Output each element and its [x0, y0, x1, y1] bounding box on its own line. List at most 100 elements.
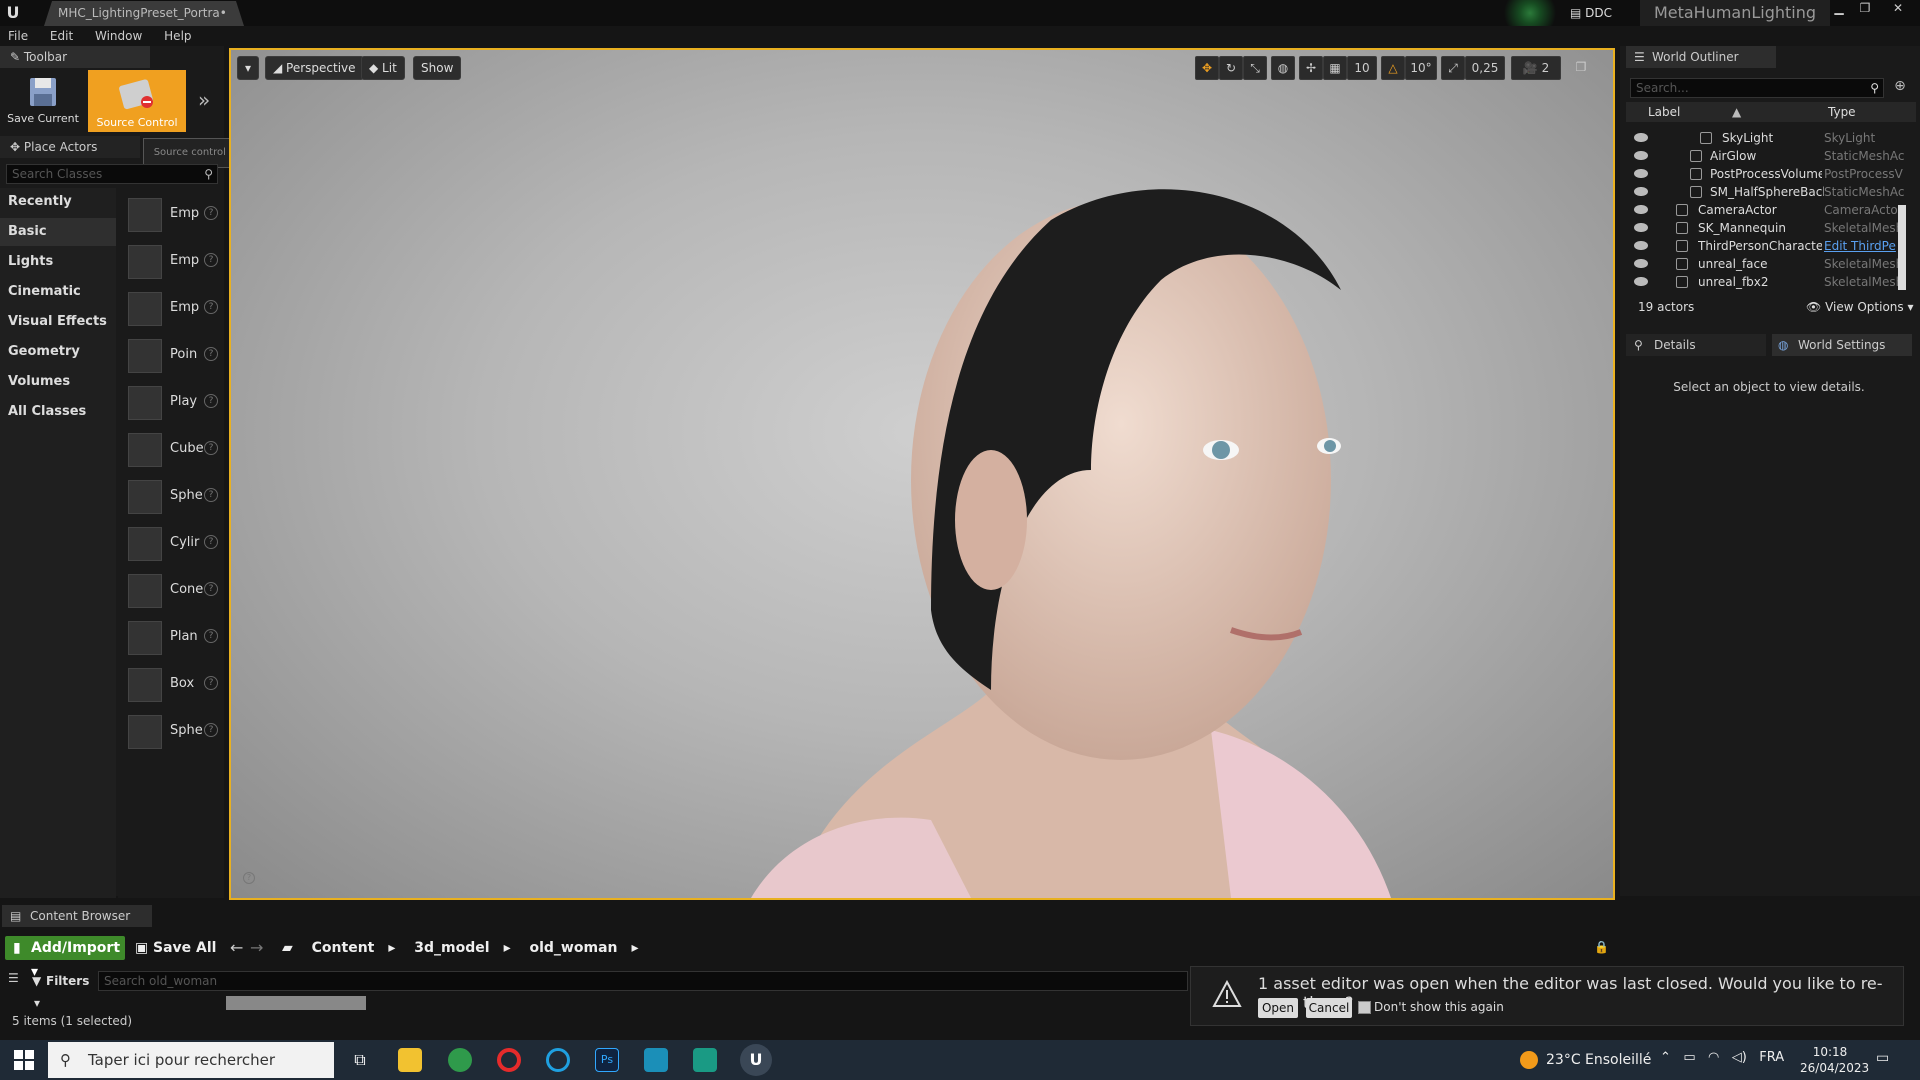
actor-item[interactable]: Cylir?: [122, 523, 222, 563]
world-settings-tab[interactable]: ◍ World Settings: [1772, 334, 1912, 356]
help-icon[interactable]: ?: [204, 723, 218, 737]
battery-icon[interactable]: ▭: [1683, 1050, 1695, 1065]
category-geometry[interactable]: Geometry: [0, 338, 116, 366]
translate-icon[interactable]: ✥: [1195, 56, 1219, 80]
actor-item[interactable]: Sphe?: [122, 711, 222, 751]
surface-snap-icon[interactable]: ✢: [1299, 56, 1323, 80]
visibility-icon[interactable]: [1634, 241, 1648, 250]
camera-speed-button[interactable]: 🎥 2: [1511, 56, 1561, 80]
grid-snap-value[interactable]: 10: [1347, 56, 1377, 80]
outliner-row[interactable]: SM_HalfSphereBackgStaticMeshAc: [1626, 183, 1912, 201]
task-view-icon[interactable]: ⧉: [348, 1048, 372, 1072]
category-cinematic[interactable]: Cinematic: [0, 278, 116, 306]
outliner-row[interactable]: SkyLight SkyLight: [1626, 129, 1912, 147]
language-indicator[interactable]: FRA: [1759, 1050, 1784, 1065]
toolbar-expand-icon[interactable]: »: [198, 88, 218, 112]
clock[interactable]: 10:18 26/04/2023: [1800, 1044, 1869, 1076]
forward-arrow-icon[interactable]: →: [250, 936, 272, 960]
actor-item[interactable]: Emp?: [122, 288, 222, 328]
rotate-icon[interactable]: ↻: [1219, 56, 1243, 80]
menu-window[interactable]: Window: [87, 26, 142, 46]
lock-icon[interactable]: 🔒: [1594, 940, 1610, 956]
outliner-scrollbar[interactable]: [1898, 205, 1906, 290]
maximize-icon[interactable]: ❐: [1852, 0, 1878, 18]
scale-snap-icon[interactable]: ⤢: [1441, 56, 1465, 80]
help-icon[interactable]: ?: [204, 253, 218, 267]
outliner-row[interactable]: AirGlow StaticMeshAc: [1626, 147, 1912, 165]
visibility-icon[interactable]: [1634, 205, 1648, 214]
outliner-row[interactable]: ThirdPersonCharacter Edit ThirdPe: [1626, 237, 1912, 255]
category-visual-effects[interactable]: Visual Effects: [0, 308, 116, 336]
photoshop-icon[interactable]: Ps: [595, 1048, 619, 1072]
help-icon[interactable]: ?: [204, 535, 218, 549]
source-control-status-icon[interactable]: [1500, 0, 1560, 26]
visibility-icon[interactable]: [1634, 187, 1648, 196]
help-icon[interactable]: ?: [204, 441, 218, 455]
actor-item[interactable]: Cone?: [122, 570, 222, 610]
actor-item[interactable]: Plan?: [122, 617, 222, 657]
outliner-row[interactable]: PostProcessVolume PostProcessV: [1626, 165, 1912, 183]
unreal-logo-icon[interactable]: U: [2, 1, 24, 25]
column-type[interactable]: Type: [1828, 102, 1856, 122]
weather-widget[interactable]: 23°C Ensoleillé: [1520, 1048, 1651, 1072]
menu-help[interactable]: Help: [156, 26, 191, 46]
rotation-snap-icon[interactable]: △: [1381, 56, 1405, 80]
wifi-icon[interactable]: ◠: [1708, 1050, 1719, 1065]
actor-item[interactable]: Cube?: [122, 429, 222, 469]
chrome-icon[interactable]: [448, 1048, 472, 1072]
visibility-icon[interactable]: [1634, 277, 1648, 286]
maximize-viewport-icon[interactable]: ❐: [1569, 56, 1593, 80]
menu-file[interactable]: File: [0, 26, 28, 46]
chevron-right-icon[interactable]: ▸: [388, 940, 395, 956]
category-basic[interactable]: Basic: [0, 218, 116, 246]
outliner-row[interactable]: CameraActor CameraActor: [1626, 201, 1912, 219]
source-control-button[interactable]: Source Control: [88, 70, 186, 132]
column-label[interactable]: Label: [1648, 102, 1680, 122]
grid-snap-icon[interactable]: ▦: [1323, 56, 1347, 80]
category-volumes[interactable]: Volumes: [0, 368, 116, 396]
metahuman-icon[interactable]: [644, 1048, 668, 1072]
save-current-button[interactable]: Save Current: [6, 74, 80, 130]
show-button[interactable]: Show: [413, 56, 462, 80]
scale-snap-value[interactable]: 0,25: [1465, 56, 1505, 80]
add-import-button[interactable]: ▮ Add/Import ▾: [5, 936, 125, 980]
visibility-icon[interactable]: [1634, 151, 1648, 160]
outliner-row[interactable]: unreal_face SkeletalMesh: [1626, 255, 1912, 273]
open-button[interactable]: Open: [1258, 998, 1298, 1018]
help-icon[interactable]: ?: [204, 206, 218, 220]
notifications-icon[interactable]: ▭: [1876, 1050, 1896, 1070]
category-recently-placed[interactable]: Recently Placed: [0, 188, 116, 237]
actor-item[interactable]: Emp?: [122, 241, 222, 281]
taskbar-search-input[interactable]: ⚲ Taper ici pour rechercher: [48, 1042, 334, 1078]
cancel-button[interactable]: Cancel: [1306, 998, 1352, 1018]
help-icon[interactable]: ?: [204, 347, 218, 361]
visibility-icon[interactable]: [1634, 223, 1648, 232]
chevron-right-icon[interactable]: ▸: [504, 940, 511, 956]
place-actors-tab[interactable]: ✥ Place Actors: [0, 136, 140, 158]
save-all-button[interactable]: ▣ Save All: [135, 936, 225, 960]
help-icon[interactable]: ?: [204, 394, 218, 408]
help-icon[interactable]: ?: [204, 488, 218, 502]
actor-item[interactable]: Sphe?: [122, 476, 222, 516]
menu-edit[interactable]: Edit: [42, 26, 73, 46]
viewport-info-icon[interactable]: ?: [243, 872, 255, 884]
content-search-input[interactable]: Search old_woman: [98, 971, 1188, 991]
visibility-icon[interactable]: [1634, 259, 1648, 268]
windows-start-icon[interactable]: [14, 1050, 34, 1070]
volume-icon[interactable]: ◁): [1732, 1050, 1747, 1065]
ddc-button[interactable]: ▤ DDC: [1570, 3, 1630, 23]
help-icon[interactable]: ?: [204, 629, 218, 643]
metahuman-creator-icon[interactable]: [693, 1048, 717, 1072]
view-options-button[interactable]: 👁 View Options ▾: [1806, 300, 1914, 314]
visibility-icon[interactable]: [1634, 133, 1648, 142]
visibility-icon[interactable]: [1634, 169, 1648, 178]
asset-thumbnails[interactable]: [226, 996, 366, 1010]
help-icon[interactable]: ?: [204, 582, 218, 596]
toolbar-tab[interactable]: ✎ Toolbar: [0, 46, 150, 68]
actor-item[interactable]: Poin?: [122, 335, 222, 375]
outliner-row[interactable]: SK_Mannequin SkeletalMesh: [1626, 219, 1912, 237]
dont-show-checkbox[interactable]: [1358, 1001, 1371, 1014]
back-arrow-icon[interactable]: ←: [230, 936, 252, 960]
breadcrumb-content[interactable]: Content: [312, 940, 375, 956]
scale-icon[interactable]: ⤡: [1243, 56, 1267, 80]
